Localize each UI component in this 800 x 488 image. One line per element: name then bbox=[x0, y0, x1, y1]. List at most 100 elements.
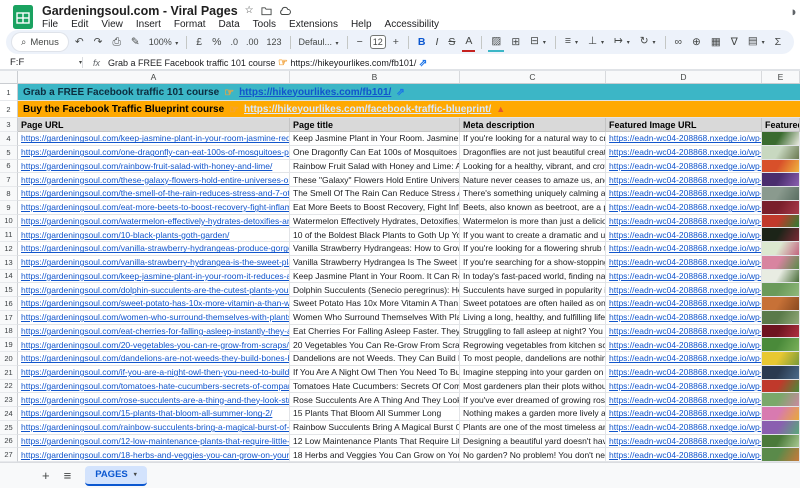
page-url-cell[interactable]: https://gardeningsoul.com/keep-jasmine-p… bbox=[18, 269, 290, 284]
featured-image-cell[interactable] bbox=[762, 420, 800, 435]
image-url-cell[interactable]: https://eadn-wc04-208868.nxedge.io/wp-co… bbox=[606, 338, 762, 352]
image-url-cell[interactable]: https://eadn-wc04-208868.nxedge.io/wp-co… bbox=[606, 297, 762, 311]
page-url-cell[interactable]: https://gardeningsoul.com/if-you-are-a-n… bbox=[18, 365, 290, 380]
page-url-cell[interactable]: https://gardeningsoul.com/keep-jasmine-p… bbox=[18, 132, 290, 146]
row-number[interactable]: 1 bbox=[0, 84, 18, 101]
page-title-cell[interactable]: 18 Herbs and Veggies You Can Grow on You… bbox=[290, 448, 460, 462]
featured-image-cell[interactable] bbox=[762, 338, 800, 352]
row-number[interactable]: 27 bbox=[0, 448, 18, 462]
featured-image-cell[interactable] bbox=[762, 352, 800, 366]
menus-search[interactable]: ⌕ Menus bbox=[12, 33, 68, 51]
featured-image-cell[interactable] bbox=[762, 159, 800, 174]
all-sheets-button[interactable]: ≡ bbox=[64, 468, 72, 483]
filter-views-button[interactable]: ▤ ▾ bbox=[745, 32, 768, 52]
row-number[interactable]: 9 bbox=[0, 200, 18, 215]
menu-format[interactable]: Format bbox=[174, 19, 206, 30]
featured-image-cell[interactable] bbox=[762, 310, 800, 325]
page-title-cell[interactable]: 15 Plants That Bloom All Summer Long bbox=[290, 407, 460, 421]
row-number[interactable]: 20 bbox=[0, 352, 18, 366]
row-number[interactable]: 26 bbox=[0, 434, 18, 449]
name-box[interactable]: F:F ▾ bbox=[10, 57, 82, 68]
page-url-cell[interactable]: https://gardeningsoul.com/one-dragonfly-… bbox=[18, 145, 290, 160]
row-number[interactable]: 21 bbox=[0, 365, 18, 380]
featured-image-cell[interactable] bbox=[762, 132, 800, 146]
meta-description-cell[interactable]: There's something uniquely calming about… bbox=[460, 187, 606, 201]
promo-cell-1[interactable]: Grab a FREE Facebook traffic 101 course … bbox=[18, 84, 800, 101]
page-title-cell[interactable]: Dolphin Succulents (Senecio peregrinus):… bbox=[290, 283, 460, 297]
text-rotate-button[interactable]: ↻ ▾ bbox=[637, 32, 659, 52]
menu-file[interactable]: File bbox=[42, 19, 58, 30]
image-url-cell[interactable]: https://eadn-wc04-208868.nxedge.io/wp-co… bbox=[606, 310, 762, 325]
page-title-cell[interactable]: One Dragonfly Can Eat 100s of Mosquitoes… bbox=[290, 145, 460, 160]
meta-description-cell[interactable]: Watermelon is more than just a delicious… bbox=[460, 214, 606, 229]
font-size-input[interactable]: 12 bbox=[369, 35, 386, 49]
borders-button[interactable]: ⊞ bbox=[508, 33, 523, 51]
page-url-cell[interactable]: https://gardeningsoul.com/eat-cherries-f… bbox=[18, 324, 290, 339]
row-number[interactable]: 18 bbox=[0, 324, 18, 339]
meta-description-cell[interactable]: Sweet potatoes are often hailed as one o… bbox=[460, 297, 606, 311]
page-title-cell[interactable]: Keep Jasmine Plant in Your Room. It Can … bbox=[290, 269, 460, 284]
page-url-cell[interactable]: https://gardeningsoul.com/12-low-mainten… bbox=[18, 434, 290, 449]
image-url-cell[interactable]: https://eadn-wc04-208868.nxedge.io/wp-co… bbox=[606, 448, 762, 462]
featured-image-cell[interactable] bbox=[762, 145, 800, 160]
image-url-cell[interactable]: https://eadn-wc04-208868.nxedge.io/wp-co… bbox=[606, 228, 762, 242]
column-letter-E[interactable]: E bbox=[762, 71, 800, 83]
meta-description-cell[interactable]: Designing a beautiful yard doesn't have … bbox=[460, 434, 606, 449]
image-url-cell[interactable]: https://eadn-wc04-208868.nxedge.io/wp-co… bbox=[606, 173, 762, 187]
meta-description-cell[interactable]: Looking for a healthy, vibrant, and crow… bbox=[460, 159, 606, 174]
menu-extensions[interactable]: Extensions bbox=[289, 19, 338, 30]
featured-image-cell[interactable] bbox=[762, 297, 800, 311]
image-url-cell[interactable]: https://eadn-wc04-208868.nxedge.io/wp-co… bbox=[606, 393, 762, 407]
row-number[interactable]: 17 bbox=[0, 310, 18, 325]
column-letter-A[interactable]: A bbox=[18, 71, 290, 83]
page-url-cell[interactable]: https://gardeningsoul.com/dolphin-succul… bbox=[18, 283, 290, 297]
page-url-cell[interactable]: https://gardeningsoul.com/20-vegetables-… bbox=[18, 338, 290, 352]
insert-link-button[interactable]: ∞ bbox=[672, 33, 686, 51]
currency-format-button[interactable]: £ bbox=[193, 33, 205, 51]
functions-button[interactable]: Σ bbox=[772, 33, 785, 51]
horizontal-align-button[interactable]: ≡ ▾ bbox=[562, 32, 581, 52]
header-cell[interactable]: Featured Image URL bbox=[606, 118, 762, 132]
star-icon[interactable]: ☆ bbox=[245, 5, 254, 16]
page-title-cell[interactable]: 12 Low Maintenance Plants That Require L… bbox=[290, 434, 460, 449]
page-url-cell[interactable]: https://gardeningsoul.com/the-smell-of-t… bbox=[18, 187, 290, 201]
featured-image-cell[interactable] bbox=[762, 269, 800, 284]
featured-image-cell[interactable] bbox=[762, 324, 800, 339]
meta-description-cell[interactable]: Nothing makes a garden more lively and w… bbox=[460, 407, 606, 421]
font-select[interactable]: Defaul... ▾ bbox=[297, 37, 341, 47]
featured-image-cell[interactable] bbox=[762, 448, 800, 462]
meta-description-cell[interactable]: If you've ever dreamed of growing roses … bbox=[460, 393, 606, 407]
meta-description-cell[interactable]: If you're looking for a natural way to c… bbox=[460, 132, 606, 146]
page-url-cell[interactable]: https://gardeningsoul.com/eat-more-beets… bbox=[18, 200, 290, 215]
column-letter-B[interactable]: B bbox=[290, 71, 460, 83]
header-cell[interactable]: Page URL bbox=[18, 118, 290, 132]
increase-decimal-button[interactable]: .00 bbox=[244, 37, 261, 47]
add-sheet-button[interactable]: + bbox=[42, 468, 50, 483]
header-cell[interactable]: Meta description bbox=[460, 118, 606, 132]
insert-chart-button[interactable]: ▦ bbox=[708, 33, 724, 51]
featured-image-cell[interactable] bbox=[762, 242, 800, 256]
image-url-cell[interactable]: https://eadn-wc04-208868.nxedge.io/wp-co… bbox=[606, 407, 762, 421]
image-url-cell[interactable]: https://eadn-wc04-208868.nxedge.io/wp-co… bbox=[606, 269, 762, 284]
featured-image-cell[interactable] bbox=[762, 173, 800, 187]
row-number[interactable]: 11 bbox=[0, 228, 18, 242]
image-url-cell[interactable]: https://eadn-wc04-208868.nxedge.io/wp-co… bbox=[606, 159, 762, 174]
increase-font-button[interactable]: + bbox=[390, 33, 402, 51]
featured-image-cell[interactable] bbox=[762, 214, 800, 229]
text-wrap-button[interactable]: ↦ ▾ bbox=[611, 32, 633, 52]
page-title-cell[interactable]: Dandelions are not Weeds. They Can Build… bbox=[290, 352, 460, 366]
row-number[interactable]: 7 bbox=[0, 173, 18, 187]
page-title-cell[interactable]: Vanilla Strawberry Hydrangea Is The Swee… bbox=[290, 255, 460, 270]
meta-description-cell[interactable]: If you want to create a dramatic and uni… bbox=[460, 228, 606, 242]
page-title-cell[interactable]: Vanilla Strawberry Hydrangeas: How to Gr… bbox=[290, 242, 460, 256]
meta-description-cell[interactable]: If you're looking for a flowering shrub … bbox=[460, 242, 606, 256]
text-color-button[interactable]: A bbox=[462, 32, 476, 52]
page-url-cell[interactable]: https://gardeningsoul.com/rose-succulent… bbox=[18, 393, 290, 407]
row-number[interactable]: 3 bbox=[0, 118, 18, 132]
featured-image-cell[interactable] bbox=[762, 283, 800, 297]
featured-image-cell[interactable] bbox=[762, 407, 800, 421]
version-history-icon[interactable]: ◗ bbox=[790, 4, 798, 19]
page-url-cell[interactable]: https://gardeningsoul.com/18-herbs-and-v… bbox=[18, 448, 290, 462]
page-title-cell[interactable]: Keep Jasmine Plant in Your Room. Jasmine… bbox=[290, 132, 460, 146]
page-title-cell[interactable]: Sweet Potato Has 10x More Vitamin A Than… bbox=[290, 297, 460, 311]
